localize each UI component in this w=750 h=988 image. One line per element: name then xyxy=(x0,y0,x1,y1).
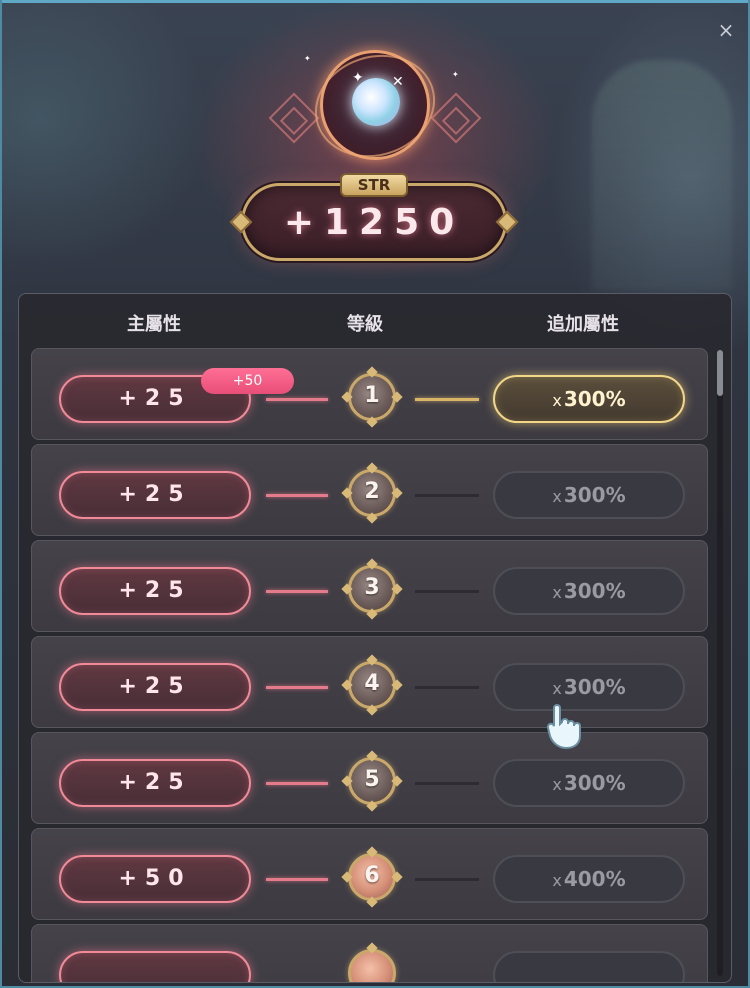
multiplier-x: x xyxy=(552,391,562,410)
scrollbar-thumb[interactable] xyxy=(717,350,723,396)
level-node: 3 xyxy=(341,558,403,620)
header-main-stat: 主屬性 xyxy=(127,314,181,335)
level-table-panel: 主屬性 等級 追加屬性 +25 +50 1 x 300% +25 2 x 300% … xyxy=(18,293,732,983)
connector-left xyxy=(266,686,328,689)
level-row-5[interactable]: +25 5 x 300% xyxy=(31,732,708,824)
connector-right xyxy=(415,782,479,785)
multiplier-x: x xyxy=(552,679,562,698)
connector-right xyxy=(415,398,479,401)
sparkle-icon: ✕ xyxy=(392,74,404,90)
bonus-badge: +50 xyxy=(201,368,294,394)
level-node: 6 xyxy=(341,846,403,908)
window-frame-left xyxy=(0,0,2,988)
bonus-multiplier-pill[interactable]: x 400% xyxy=(493,855,685,903)
connector-left xyxy=(266,494,328,497)
level-number: 3 xyxy=(364,575,380,600)
ornament-knot-left xyxy=(268,92,320,144)
sparkle-icon: ✦ xyxy=(304,54,311,63)
multiplier-value: 300% xyxy=(563,771,626,795)
multiplier-x: x xyxy=(552,487,562,506)
close-icon: × xyxy=(717,18,735,42)
close-button[interactable]: × xyxy=(714,18,738,42)
level-node: 2 xyxy=(341,462,403,524)
multiplier-value: 300% xyxy=(563,483,626,507)
multiplier-value: 400% xyxy=(563,867,626,891)
level-row-7-partial[interactable] xyxy=(31,924,708,982)
stat-total-value: +1250 xyxy=(283,202,465,243)
header-level: 等級 xyxy=(347,314,383,335)
connector-right xyxy=(415,686,479,689)
level-row-1[interactable]: +25 +50 1 x 300% xyxy=(31,348,708,440)
sparkle-icon: ✦ xyxy=(452,70,459,79)
level-node: 1 xyxy=(341,366,403,428)
background-tower xyxy=(592,60,732,290)
multiplier-x: x xyxy=(552,871,562,890)
multiplier-value: 300% xyxy=(563,387,626,411)
main-stat-pill: +25 xyxy=(59,471,251,519)
level-node: 5 xyxy=(341,750,403,812)
stat-tag: STR xyxy=(340,173,408,197)
level-row-4[interactable]: +25 4 x 300% xyxy=(31,636,708,728)
main-stat-pill: +25 xyxy=(59,663,251,711)
stat-total-plate: STR +1250 xyxy=(229,173,519,261)
bonus-multiplier-pill[interactable]: x 300% xyxy=(493,375,685,423)
scrollbar-track[interactable] xyxy=(717,350,723,976)
sparkle-icon: ✦ xyxy=(352,70,364,86)
connector-left xyxy=(266,782,328,785)
level-node: 4 xyxy=(341,654,403,716)
main-stat-pill: +25 xyxy=(59,759,251,807)
multiplier-value: 300% xyxy=(563,579,626,603)
bonus-multiplier-pill[interactable] xyxy=(493,951,685,982)
level-number: 6 xyxy=(364,863,380,888)
level-ring xyxy=(348,949,396,982)
level-row-2[interactable]: +25 2 x 300% xyxy=(31,444,708,536)
multiplier-value: 300% xyxy=(563,675,626,699)
connector-left xyxy=(266,878,328,881)
main-stat-pill xyxy=(59,951,251,982)
level-number: 2 xyxy=(364,479,380,504)
hand-cursor-icon xyxy=(546,704,581,750)
multiplier-x: x xyxy=(552,775,562,794)
bonus-multiplier-pill[interactable]: x 300% xyxy=(493,663,685,711)
bonus-multiplier-pill[interactable]: x 300% xyxy=(493,471,685,519)
ornament-knot-right xyxy=(430,92,482,144)
connector-left xyxy=(266,590,328,593)
bonus-multiplier-pill[interactable]: x 300% xyxy=(493,567,685,615)
level-row-3[interactable]: +25 3 x 300% xyxy=(31,540,708,632)
level-row-6[interactable]: +50 6 x 400% xyxy=(31,828,708,920)
main-stat-pill: +50 xyxy=(59,855,251,903)
connector-right xyxy=(415,878,479,881)
connector-right xyxy=(415,494,479,497)
stat-emblem: ✦ ✕ ✦ ✦ xyxy=(268,39,482,180)
level-node xyxy=(344,942,400,982)
level-number: 5 xyxy=(364,767,380,792)
connector-right xyxy=(415,590,479,593)
level-number: 4 xyxy=(364,671,380,696)
multiplier-x: x xyxy=(552,583,562,602)
window-frame-top xyxy=(0,0,750,3)
level-number: 1 xyxy=(364,383,380,408)
bonus-multiplier-pill[interactable]: x 300% xyxy=(493,759,685,807)
connector-left xyxy=(266,398,328,401)
header-bonus-stat: 追加屬性 xyxy=(547,314,619,335)
main-stat-pill: +25 xyxy=(59,567,251,615)
